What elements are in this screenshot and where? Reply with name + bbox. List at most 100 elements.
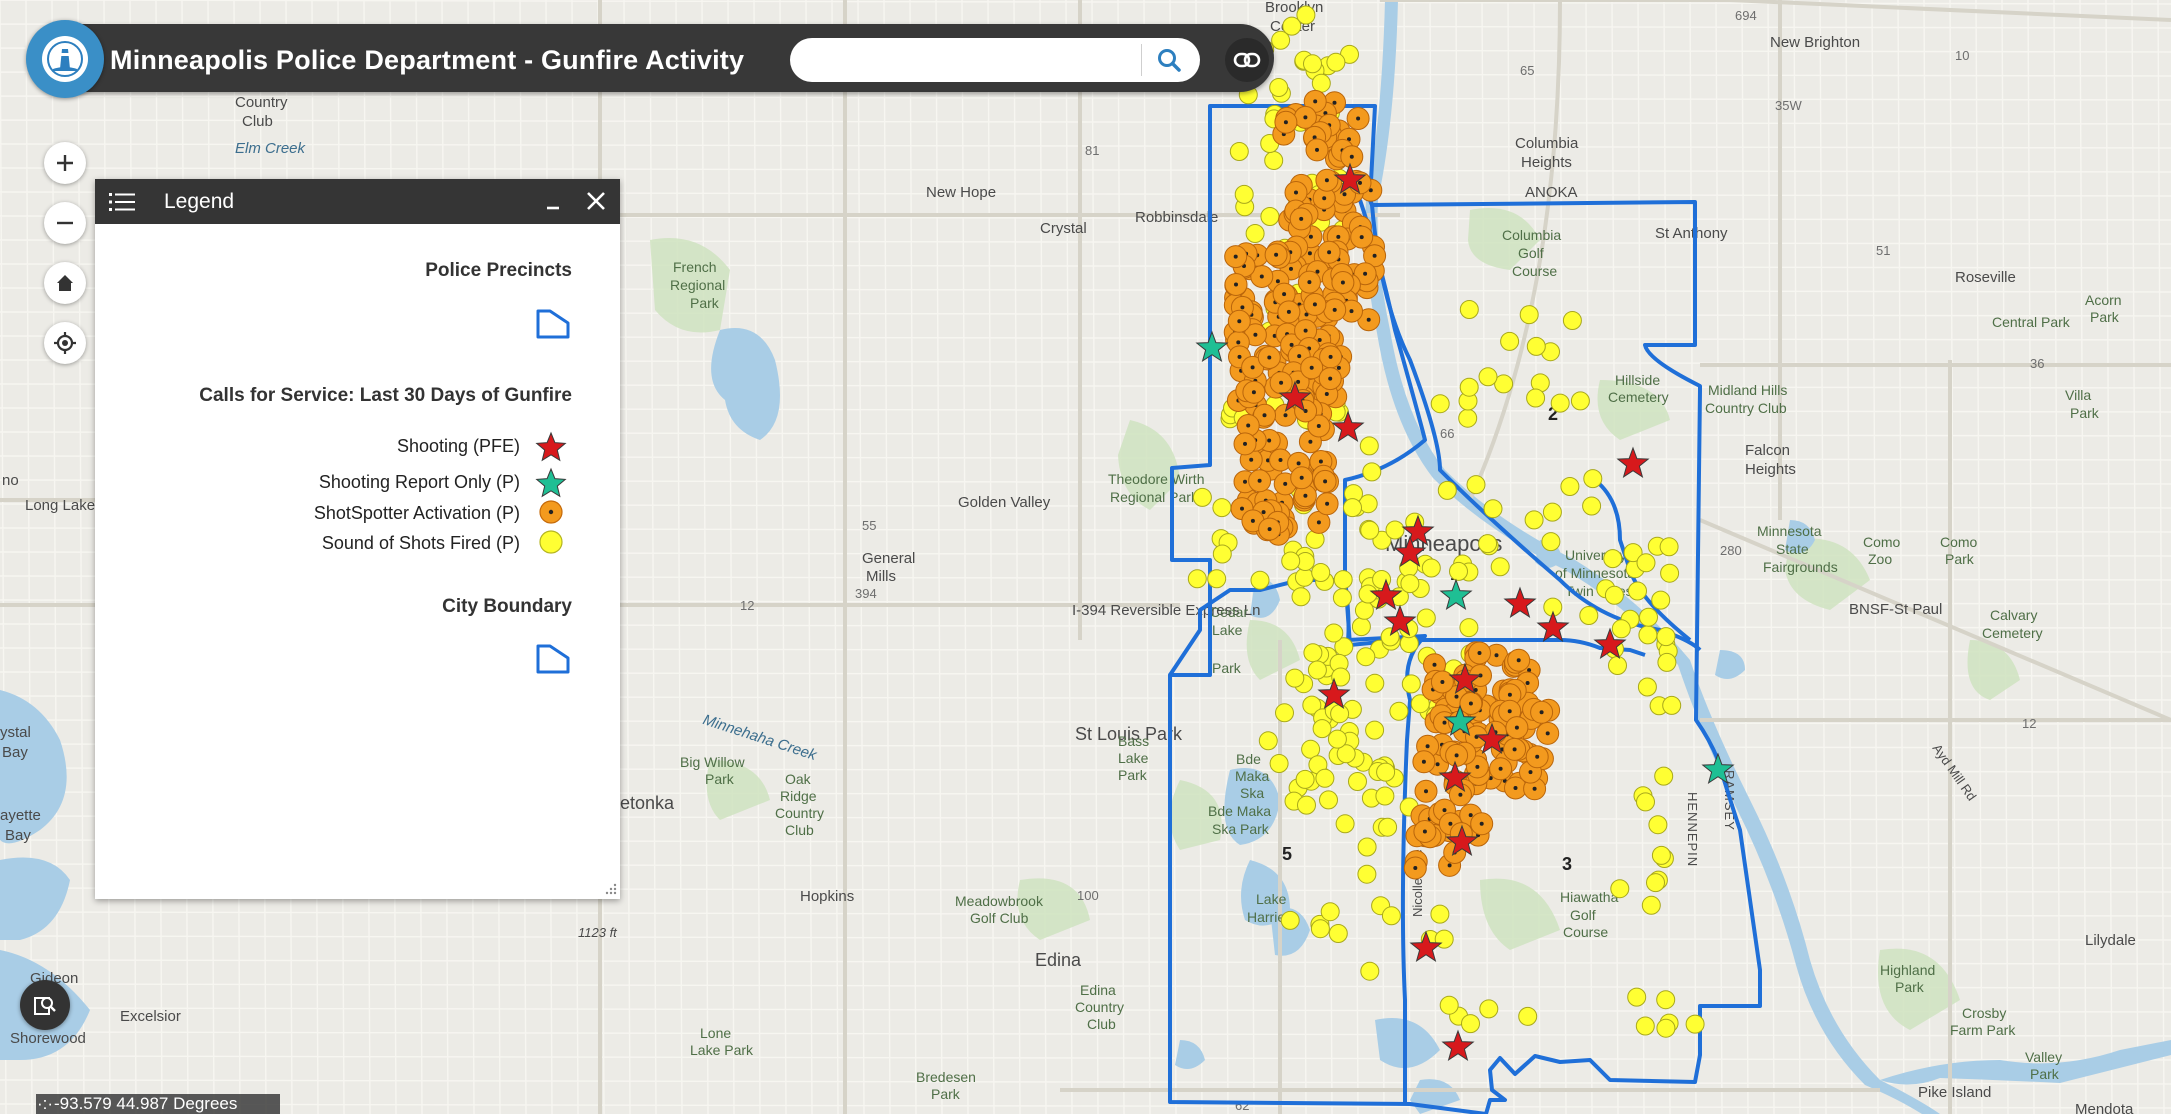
shots-fired-marker[interactable] (1311, 73, 1331, 93)
shots-fired-marker[interactable] (1354, 600, 1374, 620)
shots-fired-marker[interactable] (1628, 581, 1647, 601)
shots-fired-marker[interactable] (1466, 475, 1486, 495)
shots-fired-marker[interactable] (1519, 305, 1539, 325)
shots-fired-marker[interactable] (1335, 814, 1355, 834)
shots-fired-marker[interactable] (1458, 408, 1478, 428)
shots-fired-marker[interactable] (1264, 151, 1284, 170)
shots-fired-marker[interactable] (1385, 520, 1405, 540)
shots-fired-marker[interactable] (1229, 142, 1249, 161)
close-button[interactable] (582, 187, 610, 215)
shots-fired-marker[interactable] (1362, 462, 1382, 482)
shots-fired-marker[interactable] (1275, 703, 1294, 723)
shots-fired-marker[interactable] (1648, 815, 1668, 835)
shots-fired-marker[interactable] (1357, 837, 1377, 857)
shots-fired-marker[interactable] (1187, 569, 1207, 589)
shots-fired-marker[interactable] (1416, 608, 1436, 628)
locate-button[interactable] (44, 322, 86, 364)
shots-fired-marker[interactable] (1324, 623, 1344, 643)
shots-fired-marker[interactable] (1357, 864, 1377, 884)
share-link-button[interactable] (1225, 38, 1269, 82)
shots-fired-marker[interactable] (1657, 652, 1677, 672)
shots-fired-marker[interactable] (1500, 331, 1520, 351)
home-button[interactable] (44, 262, 86, 304)
shots-fired-marker[interactable] (1269, 78, 1289, 97)
zoom-out-button[interactable] (44, 202, 86, 244)
search-input[interactable] (804, 45, 1148, 77)
shots-fired-marker[interactable] (1646, 873, 1665, 893)
zoom-in-button[interactable] (44, 142, 86, 184)
shots-fired-marker[interactable] (1295, 769, 1315, 789)
shots-fired-marker[interactable] (1326, 52, 1346, 72)
shots-fired-marker[interactable] (1651, 590, 1671, 610)
shots-fired-marker[interactable] (1656, 990, 1676, 1010)
shots-fired-marker[interactable] (1234, 184, 1254, 204)
shots-fired-marker[interactable] (1360, 961, 1380, 981)
shots-fired-marker[interactable] (1294, 567, 1314, 587)
shots-fired-marker[interactable] (1365, 720, 1385, 740)
shots-fired-marker[interactable] (1312, 719, 1332, 739)
shots-fired-marker[interactable] (1583, 469, 1603, 489)
shots-fired-marker[interactable] (1636, 792, 1655, 812)
shots-fired-marker[interactable] (1269, 754, 1289, 773)
shots-fired-marker[interactable] (1250, 570, 1270, 590)
shots-fired-marker[interactable] (1258, 731, 1278, 751)
shots-fired-marker[interactable] (1311, 563, 1331, 582)
shots-fired-marker[interactable] (1541, 532, 1561, 552)
shots-fired-marker[interactable] (1479, 999, 1499, 1019)
shots-fired-marker[interactable] (1360, 520, 1380, 540)
shots-fired-marker[interactable] (1212, 544, 1232, 564)
shots-fired-marker[interactable] (1627, 987, 1647, 1007)
shots-fired-marker[interactable] (1490, 557, 1510, 577)
shots-fired-marker[interactable] (1449, 561, 1468, 581)
shots-fired-marker[interactable] (1656, 1018, 1676, 1038)
minimize-button[interactable] (540, 186, 566, 216)
shots-fired-marker[interactable] (1315, 768, 1335, 788)
shots-fired-marker[interactable] (1526, 336, 1546, 356)
search-button[interactable] (1150, 42, 1188, 78)
shots-fired-marker[interactable] (1478, 367, 1498, 387)
shots-fired-marker[interactable] (1685, 1014, 1705, 1034)
shots-fired-marker[interactable] (1461, 1014, 1480, 1034)
shots-fired-marker[interactable] (1332, 588, 1352, 608)
shots-fired-marker[interactable] (1582, 496, 1602, 516)
shots-fired-marker[interactable] (1303, 54, 1322, 74)
shots-fired-marker[interactable] (1381, 906, 1401, 926)
shots-fired-marker[interactable] (1260, 207, 1280, 226)
shots-fired-marker[interactable] (1297, 795, 1316, 815)
basemap-gallery-button[interactable] (20, 980, 70, 1030)
shots-fired-marker[interactable] (1656, 627, 1676, 647)
shots-fired-marker[interactable] (1333, 570, 1353, 590)
shots-fired-marker[interactable] (1327, 729, 1347, 749)
shots-fired-marker[interactable] (1579, 606, 1599, 625)
shots-fired-marker[interactable] (1660, 563, 1680, 583)
app-logo[interactable] (26, 20, 104, 98)
shots-fired-marker[interactable] (1651, 845, 1671, 865)
shots-fired-marker[interactable] (1320, 902, 1340, 922)
shots-fired-marker[interactable] (1375, 786, 1395, 806)
shots-fired-marker[interactable] (1518, 1006, 1538, 1026)
shots-fired-marker[interactable] (1430, 394, 1450, 414)
shots-fired-marker[interactable] (1330, 704, 1350, 724)
shots-fired-marker[interactable] (1526, 388, 1546, 408)
shots-fired-marker[interactable] (1611, 619, 1631, 639)
shots-fired-marker[interactable] (1192, 487, 1212, 507)
shots-fired-marker[interactable] (1400, 574, 1420, 594)
shots-fired-marker[interactable] (1307, 660, 1327, 680)
shots-fired-marker[interactable] (1654, 766, 1674, 786)
resize-handle[interactable] (605, 883, 617, 895)
shots-fired-marker[interactable] (1310, 919, 1330, 939)
shots-fired-marker[interactable] (1359, 436, 1379, 456)
shots-fired-marker[interactable] (1343, 498, 1362, 518)
shots-fired-marker[interactable] (1637, 677, 1657, 697)
shots-fired-marker[interactable] (1542, 502, 1562, 522)
shots-fired-marker[interactable] (1319, 790, 1338, 810)
shots-fired-marker[interactable] (1641, 895, 1661, 915)
shots-fired-marker[interactable] (1291, 587, 1311, 607)
shots-fired-marker[interactable] (1478, 534, 1498, 554)
shots-fired-marker[interactable] (1401, 674, 1421, 694)
shots-fired-marker[interactable] (1459, 300, 1479, 319)
shots-fired-marker[interactable] (1296, 5, 1316, 25)
shots-fired-marker[interactable] (1638, 625, 1658, 645)
shots-fired-marker[interactable] (1570, 391, 1590, 411)
shots-fired-marker[interactable] (1524, 510, 1544, 530)
